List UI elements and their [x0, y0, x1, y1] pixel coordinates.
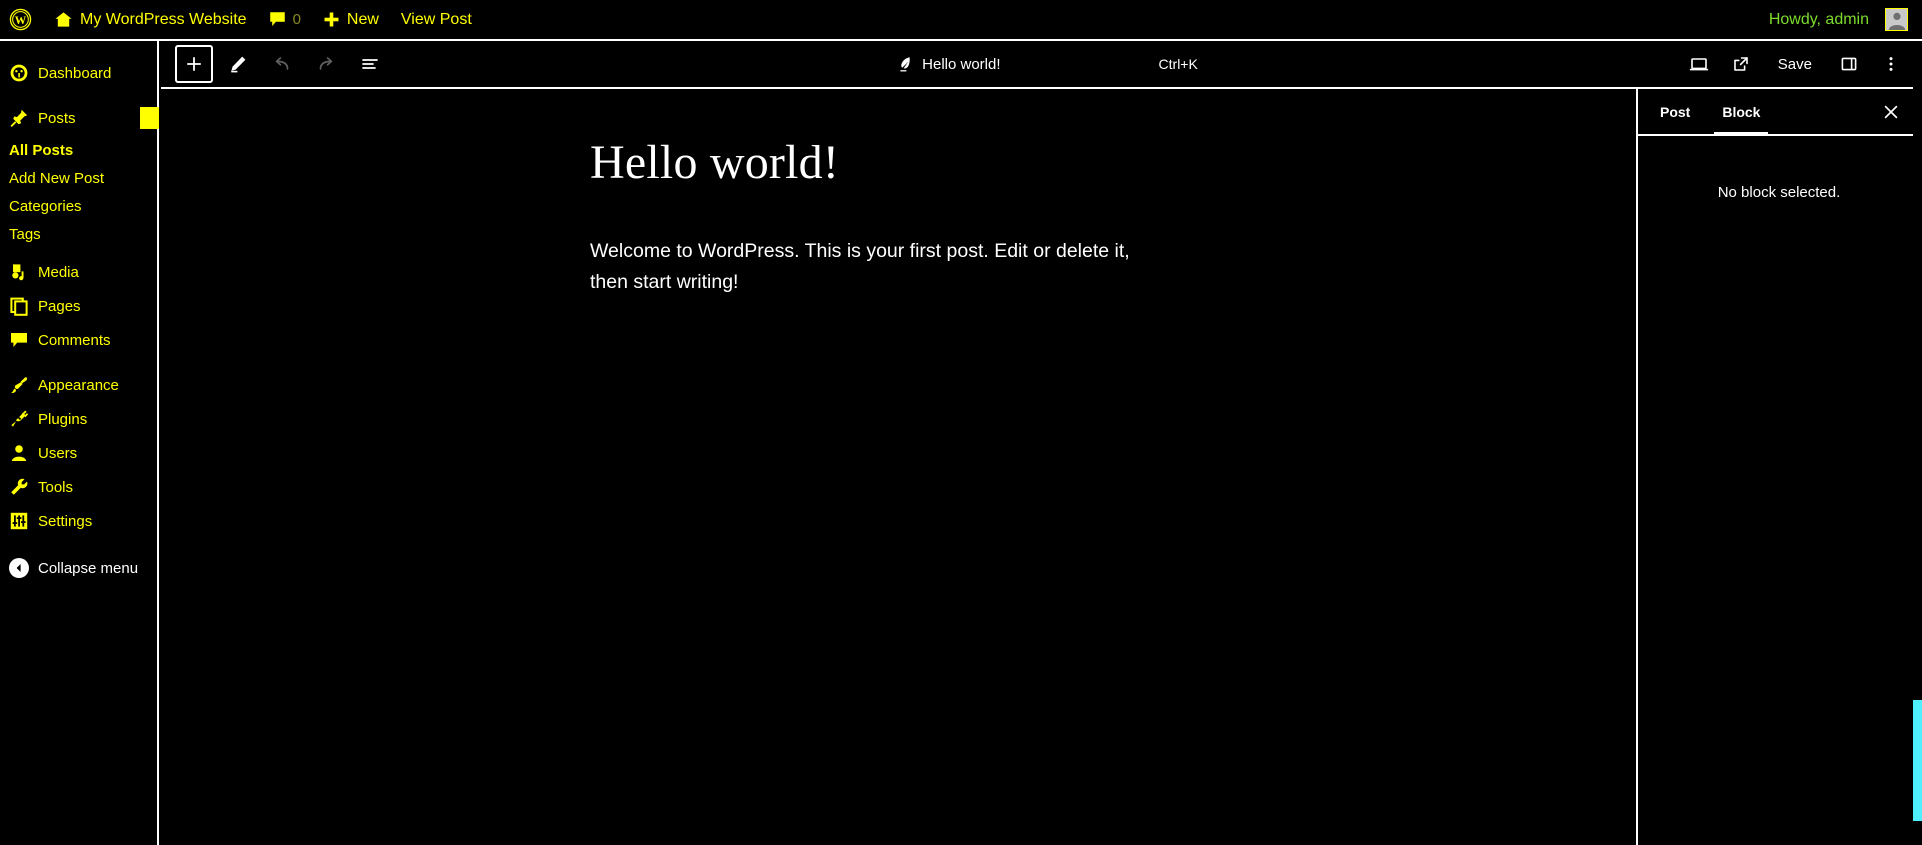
editor-canvas-content: Hello world! Welcome to WordPress. This … [161, 89, 1636, 299]
sidebar-item-label: Pages [38, 297, 81, 315]
wordpress-logo-menu[interactable]: W [0, 0, 43, 39]
quill-pen-icon [895, 55, 913, 73]
plug-icon [9, 409, 29, 429]
settings-sidebar-toggle-button[interactable] [1830, 45, 1868, 83]
comment-bubble-icon [269, 11, 286, 28]
view-post-external-button[interactable] [1722, 45, 1760, 83]
avatar [1885, 8, 1908, 31]
svg-text:W: W [15, 15, 27, 27]
sidebar-item-appearance[interactable]: Appearance [0, 368, 157, 402]
tools-pencil-button[interactable] [219, 45, 257, 83]
editor-header-left-tools [161, 45, 389, 83]
sidebar-item-pages[interactable]: Pages [0, 289, 157, 323]
tab-block[interactable]: Block [1712, 89, 1770, 136]
new-label: New [346, 10, 379, 28]
sidebar-item-dashboard[interactable]: Dashboard [0, 56, 157, 90]
wordpress-logo-icon: W [9, 8, 32, 31]
home-icon [54, 10, 73, 29]
settings-inspector-panel: Post Block No block selected. [1638, 89, 1920, 845]
wrench-icon [9, 477, 29, 497]
site-name-menu[interactable]: My WordPress Website [43, 0, 258, 39]
media-music-icon [9, 262, 29, 282]
view-post-label: View Post [400, 10, 472, 28]
page-scrollbar-thumb[interactable] [1913, 700, 1922, 821]
admin-bar-divider [0, 39, 1922, 41]
sidebar-item-label: Appearance [38, 376, 119, 394]
add-block-button[interactable] [175, 45, 213, 83]
editor-canvas[interactable]: Hello world! Welcome to WordPress. This … [161, 89, 1638, 845]
sidebar-subitem-add-new-post[interactable]: Add New Post [0, 165, 157, 193]
howdy-label: Howdy, admin [1768, 10, 1869, 28]
command-palette-hint[interactable]: Ctrl+K [1159, 56, 1198, 72]
pin-icon [9, 108, 29, 128]
editor-header-center: Hello world! Ctrl+K [161, 41, 1922, 87]
sidebar-top-spacer [0, 41, 157, 56]
chevron-left-circle-icon [9, 558, 29, 578]
site-name-label: My WordPress Website [80, 10, 247, 28]
block-editor: Hello world! Ctrl+K Save Hello world! We… [161, 41, 1922, 845]
comments-menu[interactable]: 0 [258, 0, 312, 39]
inspector-tab-bar: Post Block [1638, 89, 1920, 136]
sidebar-item-posts[interactable]: Posts [0, 101, 159, 135]
sidebar-item-label: Tools [38, 478, 74, 496]
save-button[interactable]: Save [1764, 48, 1826, 81]
post-paragraph-block[interactable]: Welcome to WordPress. This is your first… [590, 236, 1170, 299]
comments-count: 0 [292, 11, 301, 28]
collapse-menu-label: Collapse menu [38, 559, 139, 577]
new-content-menu[interactable]: New [312, 0, 390, 39]
undo-button[interactable] [263, 45, 301, 83]
plus-icon [323, 11, 340, 28]
sidebar-item-label: Plugins [38, 410, 88, 428]
tab-post[interactable]: Post [1650, 89, 1700, 134]
page-scrollbar[interactable] [1913, 41, 1922, 845]
admin-bar: W My WordPress Website 0 New View Post H… [0, 0, 1922, 39]
sidebar-item-label: Comments [38, 331, 111, 349]
document-title: Hello world! [922, 55, 1001, 73]
post-title[interactable]: Hello world! [590, 136, 1516, 190]
sidebar-item-comments[interactable]: Comments [0, 323, 157, 357]
close-sidebar-button[interactable] [1874, 89, 1908, 134]
close-x-icon [1884, 105, 1898, 118]
view-post-link[interactable]: View Post [390, 0, 483, 39]
editor-header: Hello world! Ctrl+K Save [161, 41, 1922, 89]
sidebar-subitem-categories[interactable]: Categories [0, 193, 157, 221]
sidebar-item-plugins[interactable]: Plugins [0, 402, 157, 436]
posts-submenu: All Posts Add New Post Categories Tags [0, 135, 157, 255]
sidebar-item-label: Users [38, 444, 78, 462]
current-menu-indicator [140, 107, 159, 129]
sidebar-item-label: Media [38, 263, 79, 281]
sidebar-item-label: Settings [38, 512, 93, 530]
paint-brush-icon [9, 375, 29, 395]
page-document-icon [9, 296, 29, 316]
editor-header-right-tools: Save [1680, 45, 1922, 83]
user-icon [9, 443, 29, 463]
document-overview-button[interactable] [351, 45, 389, 83]
collapse-menu-button[interactable]: Collapse menu [0, 551, 157, 585]
sidebar-item-label: Posts [38, 109, 76, 127]
more-options-button[interactable] [1872, 45, 1910, 83]
sidebar-subitem-all-posts[interactable]: All Posts [0, 137, 157, 165]
editor-body: Hello world! Welcome to WordPress. This … [161, 89, 1922, 845]
sidebar-item-tools[interactable]: Tools [0, 470, 157, 504]
no-block-selected-message: No block selected. [1717, 184, 1841, 201]
document-bar[interactable]: Hello world! [885, 50, 1010, 78]
comment-bubble-icon [9, 330, 29, 350]
dashboard-gauge-icon [9, 63, 29, 83]
sidebar-subitem-tags[interactable]: Tags [0, 221, 157, 249]
inspector-content: No block selected. [1638, 136, 1920, 845]
redo-button[interactable] [307, 45, 345, 83]
sidebar-item-settings[interactable]: Settings [0, 504, 157, 538]
sidebar-item-label: Dashboard [38, 64, 112, 82]
admin-sidebar: Dashboard Posts All Posts Add New Post C… [0, 41, 159, 845]
sidebar-item-media[interactable]: Media [0, 255, 157, 289]
desktop-preview-button[interactable] [1680, 45, 1718, 83]
my-account-menu[interactable]: Howdy, admin [1758, 0, 1922, 39]
sidebar-item-users[interactable]: Users [0, 436, 157, 470]
settings-sliders-icon [9, 511, 29, 531]
